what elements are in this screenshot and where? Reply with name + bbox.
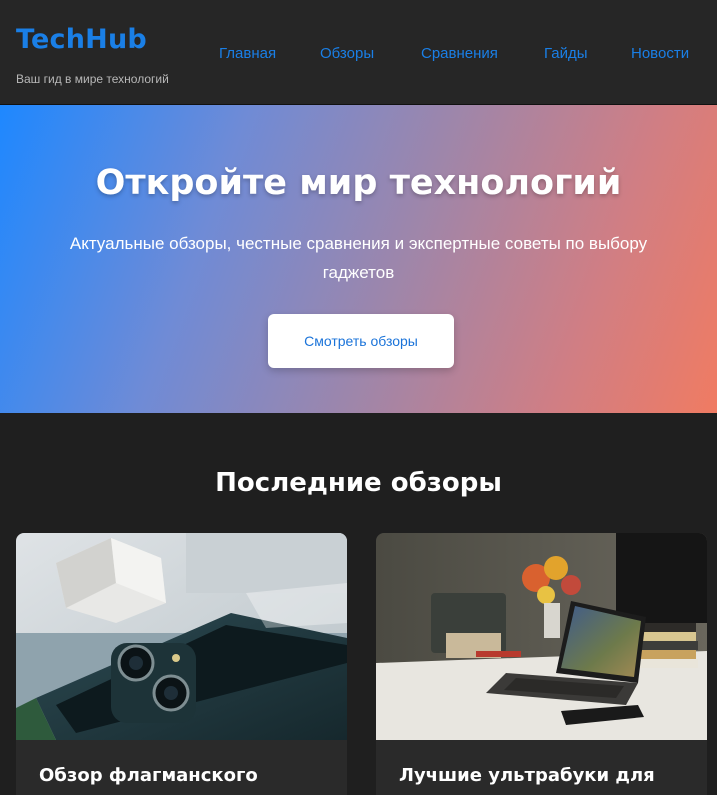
- review-card[interactable]: Лучшие ультрабуки для: [376, 533, 707, 795]
- hero-subtitle: Актуальные обзоры, честные сравнения и э…: [69, 234, 648, 282]
- smartphone-photo[interactable]: [16, 533, 347, 740]
- nav-item-guides[interactable]: Гайды: [544, 45, 588, 62]
- latest-reviews-section: Последние обзоры Обзор флагманского Лучш…: [0, 413, 717, 795]
- nav-item-reviews[interactable]: Обзоры: [320, 45, 374, 62]
- laptop-desk-photo[interactable]: [376, 533, 707, 740]
- page: TechHub Ваш гид в мире технологий Главна…: [0, 0, 717, 795]
- site-tagline: Ваш гид в мире технологий: [16, 72, 169, 86]
- nav-item-home[interactable]: Главная: [219, 45, 276, 62]
- review-card-title[interactable]: Лучшие ультрабуки для: [399, 765, 655, 786]
- hero-title: Откройте мир технологий: [95, 163, 622, 203]
- section-title: Последние обзоры: [215, 468, 502, 498]
- review-card[interactable]: Обзор флагманского: [16, 533, 347, 795]
- nav-item-comparisons[interactable]: Сравнения: [421, 45, 498, 62]
- hero-section: Откройте мир технологий Актуальные обзор…: [0, 105, 717, 413]
- site-header: TechHub Ваш гид в мире технологий Главна…: [0, 0, 717, 105]
- main-nav: Главная Обзоры Сравнения Гайды Новости: [0, 45, 717, 65]
- review-card-title[interactable]: Обзор флагманского: [39, 765, 258, 786]
- view-reviews-button[interactable]: Смотреть обзоры: [268, 314, 454, 368]
- nav-item-news[interactable]: Новости: [631, 45, 689, 62]
